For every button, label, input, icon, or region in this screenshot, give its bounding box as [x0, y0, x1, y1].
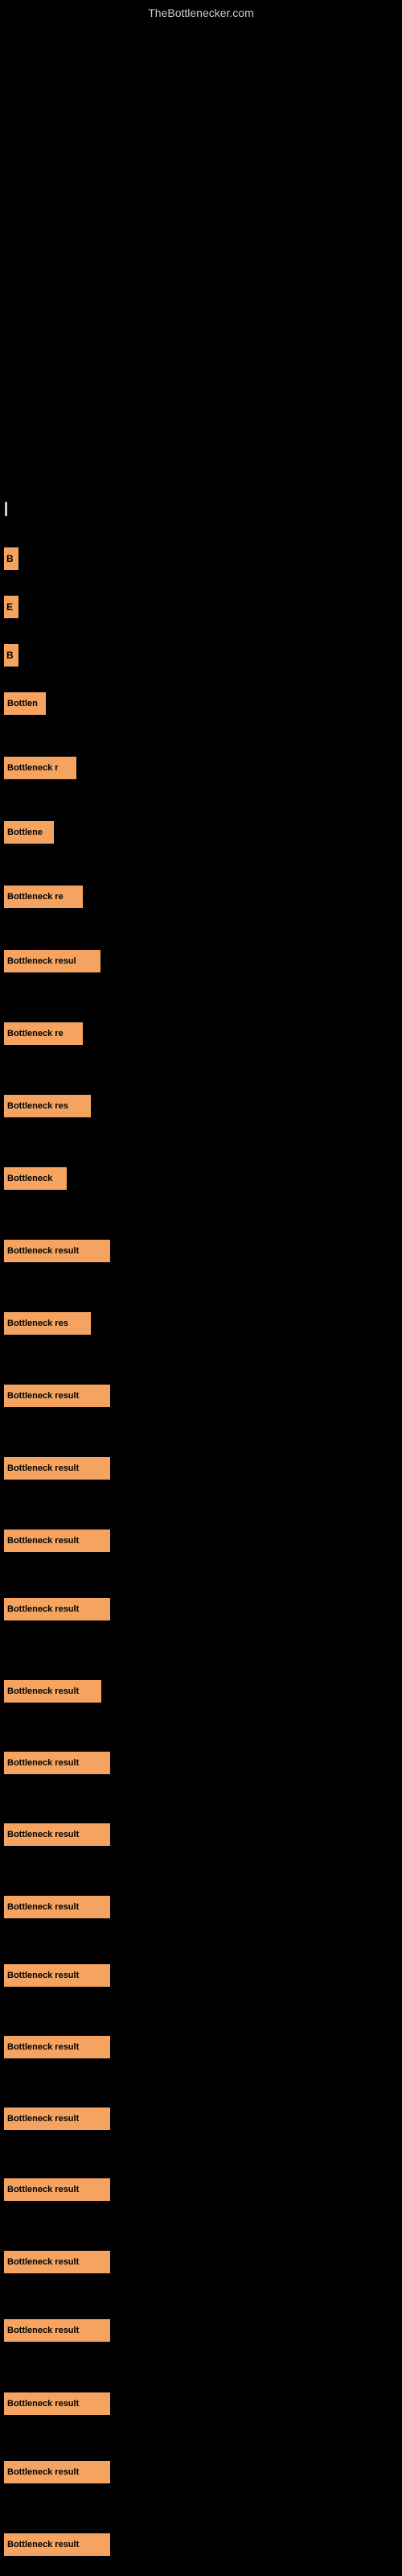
bottleneck-label-14: Bottleneck res — [4, 1312, 91, 1335]
bottleneck-label-4: B — [4, 644, 18, 667]
bottleneck-label-15: Bottleneck result — [4, 1385, 110, 1407]
bottleneck-label-9: Bottleneck resul — [4, 950, 100, 972]
bottleneck-label-1: | — [4, 499, 14, 517]
bottleneck-label-8: Bottleneck re — [4, 886, 83, 908]
bottleneck-label-16: Bottleneck result — [4, 1457, 110, 1480]
bottleneck-label-6: Bottleneck r — [4, 757, 76, 779]
bottleneck-label-30: Bottleneck result — [4, 2461, 110, 2483]
site-title: TheBottlenecker.com — [148, 6, 254, 19]
bottleneck-label-20: Bottleneck result — [4, 1752, 110, 1774]
bottleneck-label-28: Bottleneck result — [4, 2319, 110, 2342]
bottleneck-label-2: B — [4, 547, 18, 570]
bottleneck-label-19: Bottleneck result — [4, 1680, 101, 1703]
bottleneck-label-5: Bottlen — [4, 692, 46, 715]
bottleneck-label-24: Bottleneck result — [4, 2036, 110, 2058]
bottleneck-label-13: Bottleneck result — [4, 1240, 110, 1262]
bottleneck-label-7: Bottlene — [4, 821, 54, 844]
bottleneck-label-12: Bottleneck — [4, 1167, 67, 1190]
bottleneck-label-21: Bottleneck result — [4, 1823, 110, 1846]
bottleneck-label-25: Bottleneck result — [4, 2107, 110, 2130]
bottleneck-label-29: Bottleneck result — [4, 2392, 110, 2415]
bottleneck-label-23: Bottleneck result — [4, 1964, 110, 1987]
bottleneck-label-27: Bottleneck result — [4, 2251, 110, 2273]
bottleneck-label-18: Bottleneck result — [4, 1598, 110, 1620]
bottleneck-label-22: Bottleneck result — [4, 1896, 110, 1918]
bottleneck-label-10: Bottleneck re — [4, 1022, 83, 1045]
bottleneck-label-11: Bottleneck res — [4, 1095, 91, 1117]
bottleneck-label-26: Bottleneck result — [4, 2178, 110, 2201]
bottleneck-label-3: E — [4, 596, 18, 618]
bottleneck-label-31: Bottleneck result — [4, 2533, 110, 2556]
bottleneck-label-17: Bottleneck result — [4, 1530, 110, 1552]
